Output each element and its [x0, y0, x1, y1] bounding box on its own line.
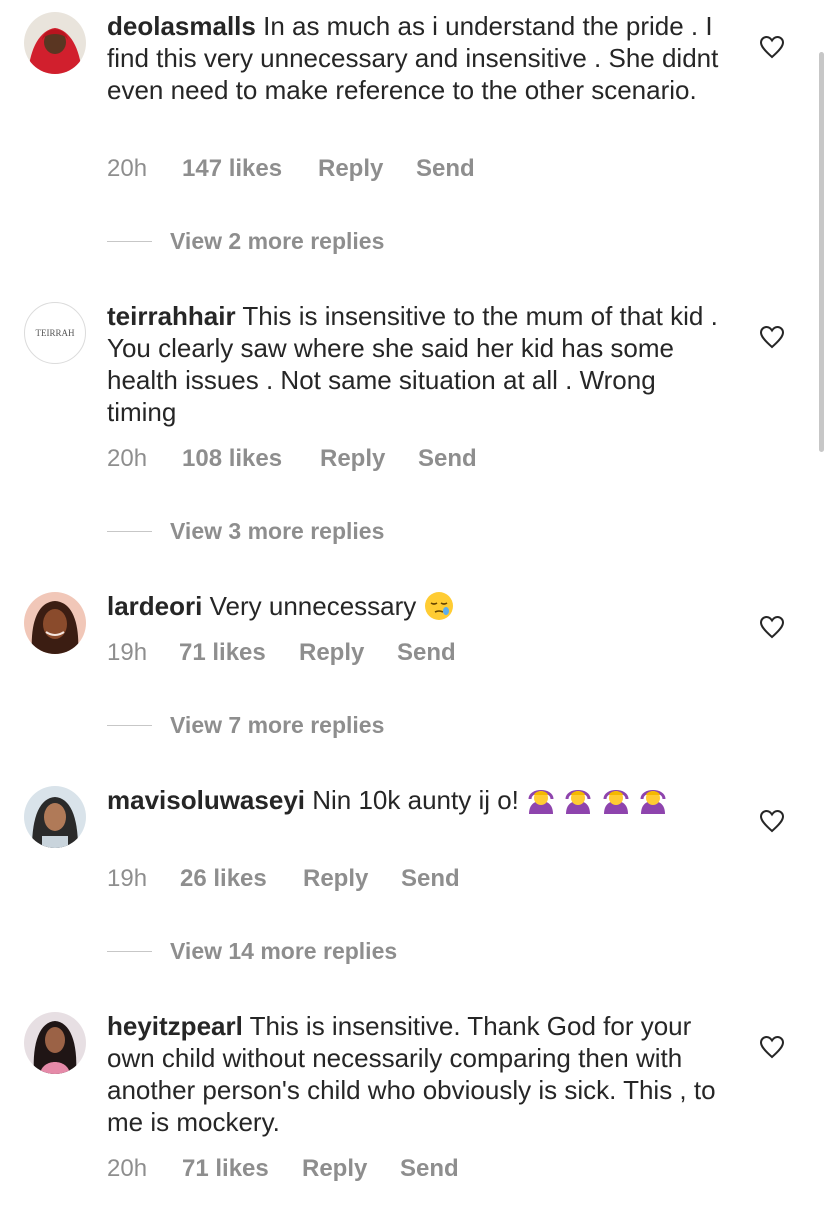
comment-username[interactable]: lardeori: [107, 591, 202, 621]
comment-time: 20h: [107, 445, 148, 472]
woman-gesturing-ok-icon: [528, 790, 554, 814]
view-replies-button[interactable]: View 14 more replies: [107, 938, 397, 965]
reply-button[interactable]: Reply: [303, 865, 401, 893]
comment-time: 20h: [107, 1155, 148, 1182]
comment-body: mavisoluwaseyi Nin 10k aunty ij o!: [107, 784, 727, 816]
view-replies-label: View 7 more replies: [170, 712, 385, 738]
avatar-heyitzpearl[interactable]: [24, 1012, 86, 1074]
comment-text: Nin 10k aunty ij o!: [312, 785, 519, 815]
view-replies-label: View 3 more replies: [170, 518, 385, 544]
comment-meta: 20h 147 likes Reply Send: [107, 155, 475, 183]
comment-username[interactable]: deolasmalls: [107, 11, 256, 41]
comment-body: lardeori Very unnecessary: [107, 590, 727, 622]
comment-body: deolasmalls In as much as i understand t…: [107, 10, 727, 106]
view-replies-label: View 2 more replies: [170, 228, 385, 254]
woman-gesturing-ok-icon: [640, 790, 666, 814]
send-button[interactable]: Send: [418, 445, 477, 473]
comment-time: 19h: [107, 639, 148, 666]
reply-button[interactable]: Reply: [302, 1155, 400, 1183]
replies-divider: [107, 530, 152, 533]
scrollbar[interactable]: [819, 52, 824, 452]
comment-likes[interactable]: 26 likes: [180, 865, 303, 893]
replies-divider: [107, 950, 152, 953]
reply-button[interactable]: Reply: [318, 155, 416, 183]
heart-icon[interactable]: [759, 809, 785, 833]
heart-icon[interactable]: [759, 1035, 785, 1059]
comment-time: 19h: [107, 865, 148, 892]
send-button[interactable]: Send: [401, 865, 460, 893]
avatar-deolasmalls[interactable]: [24, 12, 86, 74]
comment-body: heyitzpearl This is insensitive. Thank G…: [107, 1010, 727, 1138]
send-button[interactable]: Send: [416, 155, 475, 183]
comment-likes[interactable]: 147 likes: [182, 155, 318, 183]
comment-text: Very unnecessary: [209, 591, 417, 621]
comment-likes[interactable]: 71 likes: [179, 639, 299, 667]
heart-icon[interactable]: [759, 615, 785, 639]
comment-body: teirrahhair This is insensitive to the m…: [107, 300, 727, 428]
send-button[interactable]: Send: [400, 1155, 459, 1183]
comment-meta: 19h 71 likes Reply Send: [107, 639, 456, 667]
comment-meta: 20h 108 likes Reply Send: [107, 445, 477, 473]
reply-button[interactable]: Reply: [299, 639, 397, 667]
comment-username[interactable]: teirrahhair: [107, 301, 236, 331]
comment-username[interactable]: mavisoluwaseyi: [107, 785, 305, 815]
comment-meta: 20h 71 likes Reply Send: [107, 1155, 459, 1183]
woman-gesturing-ok-icon: [565, 790, 591, 814]
comment-likes[interactable]: 108 likes: [182, 445, 320, 473]
heart-icon[interactable]: [759, 35, 785, 59]
view-replies-button[interactable]: View 3 more replies: [107, 518, 384, 545]
comment-username[interactable]: heyitzpearl: [107, 1011, 243, 1041]
woman-gesturing-ok-icon: [603, 790, 629, 814]
replies-divider: [107, 724, 152, 727]
view-replies-button[interactable]: View 7 more replies: [107, 712, 384, 739]
sleepy-face-icon: [424, 592, 453, 620]
replies-divider: [107, 240, 152, 243]
avatar-teirrahhair[interactable]: TEIRRAH: [24, 302, 86, 364]
avatar-mavisoluwaseyi[interactable]: [24, 786, 86, 848]
comment-time: 20h: [107, 155, 148, 182]
send-button[interactable]: Send: [397, 639, 456, 667]
avatar-lardeori[interactable]: [24, 592, 86, 654]
view-replies-button[interactable]: View 2 more replies: [107, 228, 384, 255]
view-replies-label: View 14 more replies: [170, 938, 398, 964]
comment-meta: 19h 26 likes Reply Send: [107, 865, 460, 893]
reply-button[interactable]: Reply: [320, 445, 418, 473]
comment-likes[interactable]: 71 likes: [182, 1155, 302, 1183]
heart-icon[interactable]: [759, 325, 785, 349]
svg-text:TEIRRAH: TEIRRAH: [36, 328, 75, 338]
